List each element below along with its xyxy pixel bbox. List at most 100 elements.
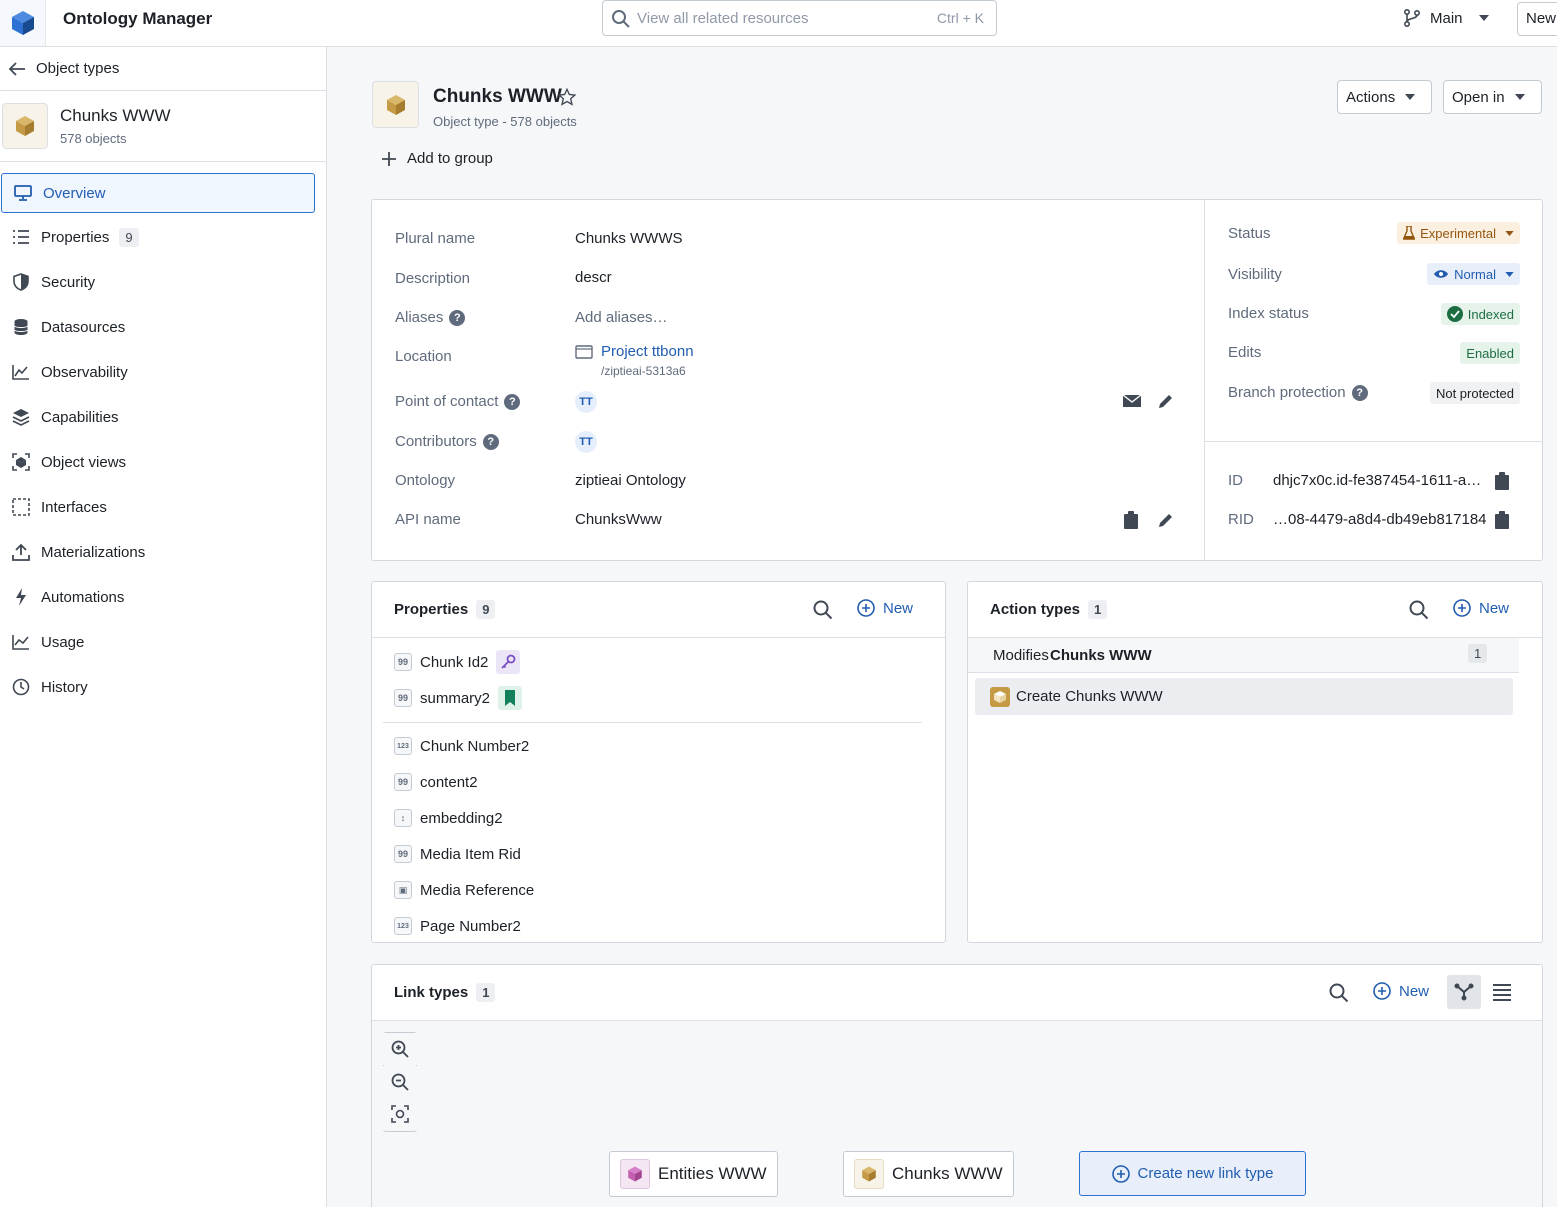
search-placeholder: View all related resources xyxy=(637,10,809,27)
list-item[interactable]: ↕ embedding2 xyxy=(394,806,503,830)
search-shortcut: Ctrl + K xyxy=(936,10,984,26)
plural-name-value[interactable]: Chunks WWWS xyxy=(575,230,683,247)
help-icon[interactable]: ? xyxy=(449,309,466,326)
zoom-in-icon[interactable] xyxy=(383,1033,417,1065)
action-type-name: Create Chunks WWW xyxy=(1016,688,1163,705)
sidebar-item-capabilities[interactable]: Capabilities xyxy=(0,397,326,437)
visibility-dropdown[interactable]: Normal xyxy=(1427,263,1520,285)
clipboard-icon[interactable] xyxy=(1124,511,1138,529)
location-link[interactable]: Project ttbonn xyxy=(601,343,694,360)
back-to-object-types[interactable]: Object types xyxy=(0,47,326,91)
sidebar-item-label: History xyxy=(41,678,88,696)
line-chart-icon xyxy=(11,632,31,652)
list-view-icon[interactable] xyxy=(1492,983,1512,1001)
clipboard-icon[interactable] xyxy=(1495,511,1509,529)
help-icon[interactable]: ? xyxy=(1351,384,1368,401)
search-icon[interactable] xyxy=(1409,600,1429,620)
app-logo-icon[interactable] xyxy=(0,0,46,46)
list-item[interactable]: 99 summary2 xyxy=(394,686,523,710)
list-item[interactable]: Create Chunks WWW xyxy=(975,678,1513,715)
api-name-value: ChunksWww xyxy=(575,511,662,528)
sidebar-item-security[interactable]: Security xyxy=(0,262,326,302)
action-group-header[interactable]: Modifies Chunks WWW 1 xyxy=(968,638,1519,673)
sidebar-item-history[interactable]: History xyxy=(0,667,326,707)
open-in-button[interactable]: Open in xyxy=(1443,80,1542,114)
graph-view-toggle[interactable] xyxy=(1447,975,1481,1009)
edit-icon[interactable] xyxy=(1157,511,1175,529)
check-circle-icon xyxy=(1446,306,1463,322)
description-value[interactable]: descr xyxy=(575,269,612,286)
sidebar-item-datasources[interactable]: Datasources xyxy=(0,307,326,347)
string-icon: 99 xyxy=(394,689,412,707)
new-property-button[interactable]: New xyxy=(857,599,913,617)
help-icon[interactable]: ? xyxy=(504,393,521,410)
index-status-value: Indexed xyxy=(1467,306,1514,322)
property-name: Chunk Number2 xyxy=(420,737,530,755)
list-item[interactable]: 99 content2 xyxy=(394,770,478,794)
search-icon[interactable] xyxy=(1329,983,1349,1003)
branch-protection-badge: Not protected xyxy=(1429,382,1520,404)
branch-protection-label: Branch protection xyxy=(1228,384,1346,401)
divider xyxy=(1205,441,1542,442)
property-name: embedding2 xyxy=(420,809,503,827)
list-item[interactable]: 123 Page Number2 xyxy=(394,914,521,938)
zoom-out-icon[interactable] xyxy=(383,1066,417,1098)
link-graph-canvas[interactable]: Entities WWW Chunks WWW Create new link … xyxy=(372,1021,1542,1207)
sidebar-item-label: Materializations xyxy=(41,543,146,561)
branch-protection-label-row: Branch protection ? xyxy=(1228,384,1368,401)
sidebar-item-object-views[interactable]: Object views xyxy=(0,442,326,482)
sidebar-item-automations[interactable]: Automations xyxy=(0,577,326,617)
plural-name-label: Plural name xyxy=(395,230,476,247)
edit-icon[interactable] xyxy=(1157,392,1175,410)
search-icon[interactable] xyxy=(813,600,833,620)
new-resource-button[interactable]: New xyxy=(1517,2,1557,36)
star-icon[interactable] xyxy=(558,88,576,106)
sidebar-item-observability[interactable]: Observability xyxy=(0,352,326,392)
properties-title-row: Properties 9 xyxy=(394,600,496,619)
list-item[interactable]: ▣ Media Reference xyxy=(394,878,534,902)
fit-view-icon[interactable] xyxy=(383,1098,417,1130)
app-title: Ontology Manager xyxy=(63,9,213,28)
clipboard-icon[interactable] xyxy=(1495,472,1509,490)
avatar[interactable]: TT xyxy=(575,431,597,453)
arrow-left-icon xyxy=(8,61,26,77)
sidebar-item-interfaces[interactable]: Interfaces xyxy=(0,487,326,527)
location-value[interactable]: Project ttbonn xyxy=(575,343,694,360)
new-action-type-button[interactable]: New xyxy=(1453,599,1509,617)
actions-button[interactable]: Actions xyxy=(1337,80,1432,114)
graph-node-chunks[interactable]: Chunks WWW xyxy=(843,1151,1014,1197)
list-item[interactable]: 99 Chunk Id2 xyxy=(394,650,521,674)
action-types-title-row: Action types 1 xyxy=(990,600,1108,619)
status-value: Experimental xyxy=(1420,225,1496,241)
branch-selector[interactable]: Main xyxy=(1402,8,1489,28)
sidebar-item-usage[interactable]: Usage xyxy=(0,622,326,662)
status-dropdown[interactable]: Experimental xyxy=(1397,222,1520,244)
sidebar-item-overview[interactable]: Overview xyxy=(1,173,315,213)
sidebar-item-label: Observability xyxy=(41,363,128,381)
help-icon[interactable]: ? xyxy=(482,433,499,450)
create-link-type-button[interactable]: Create new link type xyxy=(1079,1151,1306,1196)
id-value: dhjc7x0c.id-fe387454-1611-a… xyxy=(1273,472,1482,489)
mail-icon[interactable] xyxy=(1122,393,1142,409)
list-item[interactable]: 123 Chunk Number2 xyxy=(394,734,529,758)
page-subtitle: Object type - 578 objects xyxy=(433,114,577,129)
add-to-group-button[interactable]: Add to group xyxy=(381,150,493,167)
string-icon: 99 xyxy=(394,845,412,863)
search-input[interactable]: View all related resources Ctrl + K xyxy=(602,0,997,36)
sidebar-item-label: Security xyxy=(41,273,96,291)
list-item[interactable]: 99 Media Item Rid xyxy=(394,842,521,866)
key-icon xyxy=(496,650,521,674)
git-branch-icon xyxy=(1402,8,1422,28)
sidebar-item-materializations[interactable]: Materializations xyxy=(0,532,326,572)
sidebar-item-label: Object views xyxy=(41,453,127,471)
new-link-type-button[interactable]: New xyxy=(1373,982,1429,1000)
cube-icon xyxy=(854,1159,884,1189)
sidebar-item-properties[interactable]: Properties 9 xyxy=(0,217,326,257)
property-name: Chunk Id2 xyxy=(420,653,489,671)
graph-node-entities[interactable]: Entities WWW xyxy=(609,1151,778,1197)
avatar[interactable]: TT xyxy=(575,391,597,413)
new-label: New xyxy=(1399,982,1430,1000)
sidebar-item-label: Datasources xyxy=(41,318,126,336)
contributors-label: Contributors xyxy=(395,433,477,450)
add-aliases-input[interactable]: Add aliases… xyxy=(575,309,668,326)
